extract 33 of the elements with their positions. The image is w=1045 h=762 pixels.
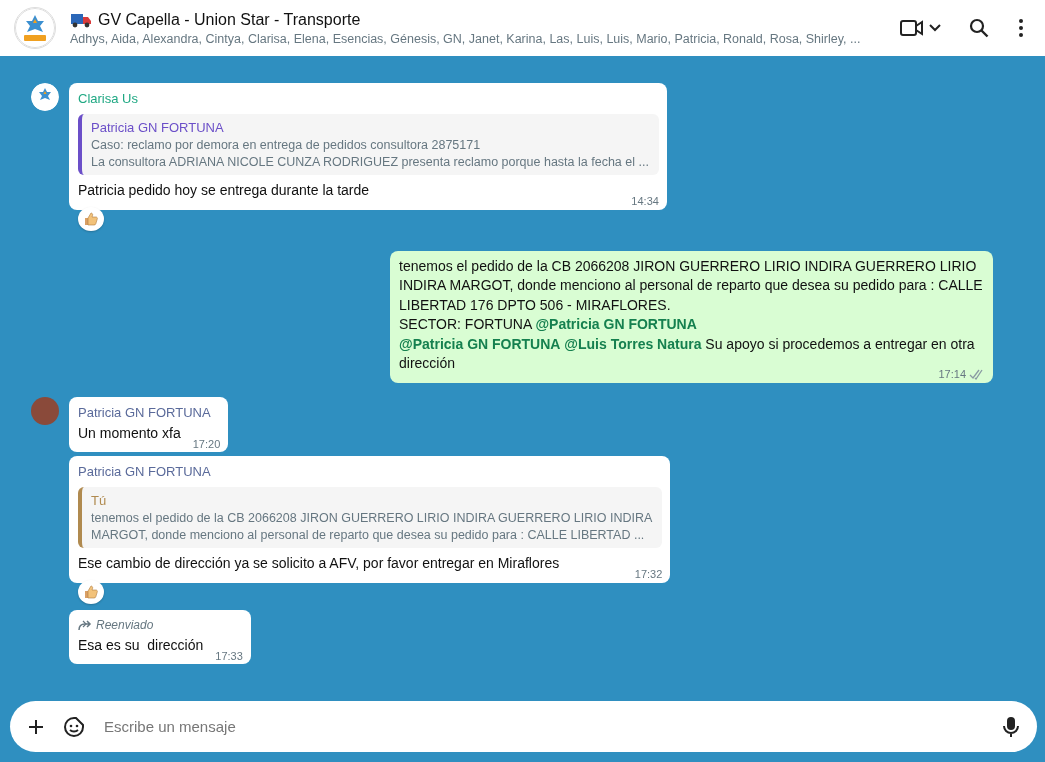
message-time: 14:34 [631, 194, 659, 209]
sticker-button[interactable] [62, 714, 86, 739]
quoted-text: tenemos el pedido de la CB 2066208 JIRON GUERRERO LIRIO INDIRA GUERRERO LIRIO INDIRA [91, 511, 653, 525]
sender-name: Patricia GN FORTUNA [78, 404, 212, 420]
chat-title: GV Capella - Union Star - Transporte [98, 10, 361, 29]
message-text: Esa es su dirección [78, 636, 204, 653]
forwarded-label: Reenviado [96, 617, 154, 632]
quoted-message[interactable]: Patricia GN FORTUNA Caso: reclamo por demora en entrega de pedidos consultora 2875171 La consultora ADRIANA NICOLE CUNZA RODRIGUEZ presenta reclamo porque hasta la fecha el ... [78, 114, 659, 175]
sender-name: Clarisa Us [78, 91, 139, 106]
participant-list: Adhys, Aida, Alexandra, Cintya, Clarisa, Elena, Esencias, Génesis, GN, Janet, Karina, Las, Luis, Luis, Mario, Patricia, Ronald, Rosa, Shirley, ... [70, 31, 885, 46]
message-input[interactable]: Escribe un mensaje [10, 701, 1037, 752]
quoted-message[interactable]: Tú tenemos el pedido de la CB 2066208 JIRON GUERRERO LIRIO INDIRA GUERRERO LIRIO INDIRA MARGOT, donde menciono al personal de reparto que desea su pedido para : CALLE LIBERTAD ... [78, 487, 663, 548]
message-text: Ese cambio de dirección ya se solicito a AFV, por favor entregar en Miraflores [78, 555, 560, 571]
quoted-author: Patricia GN FORTUNA [91, 120, 225, 135]
forward-icon [78, 618, 92, 631]
quoted-author: Tú [91, 493, 108, 508]
message-time: 17:33 [215, 648, 243, 664]
thumbs-up-icon [83, 210, 99, 227]
message-text: Patricia pedido hoy se entrega durante la tarde [78, 182, 370, 198]
sender-name: Patricia GN FORTUNA [78, 464, 212, 479]
group-logo-icon[interactable] [14, 7, 56, 49]
message-text-input[interactable]: Escribe un mensaje [102, 710, 985, 743]
message-time: 17:20 [192, 436, 221, 452]
quoted-text: La consultora ADRIANA NICOLE CUNZA RODRIGUEZ presenta reclamo porque hasta la fecha el ... [91, 155, 649, 169]
thumbs-up-icon [83, 583, 99, 600]
more-options-icon[interactable] [1019, 19, 1023, 37]
search-button[interactable] [967, 16, 991, 40]
quoted-text: Caso: reclamo por demora en entrega de pedidos consultora 2875171 [91, 138, 482, 152]
group-avatar-icon[interactable] [31, 83, 59, 111]
microphone-button[interactable] [1001, 714, 1021, 739]
quoted-text: MARGOT, donde menciono al personal de reparto que desea su pedido para : CALLE LIBERTAD ... [91, 528, 646, 542]
message-text: Un momento xfa [78, 424, 181, 441]
message-time: 17:32 [634, 567, 663, 582]
